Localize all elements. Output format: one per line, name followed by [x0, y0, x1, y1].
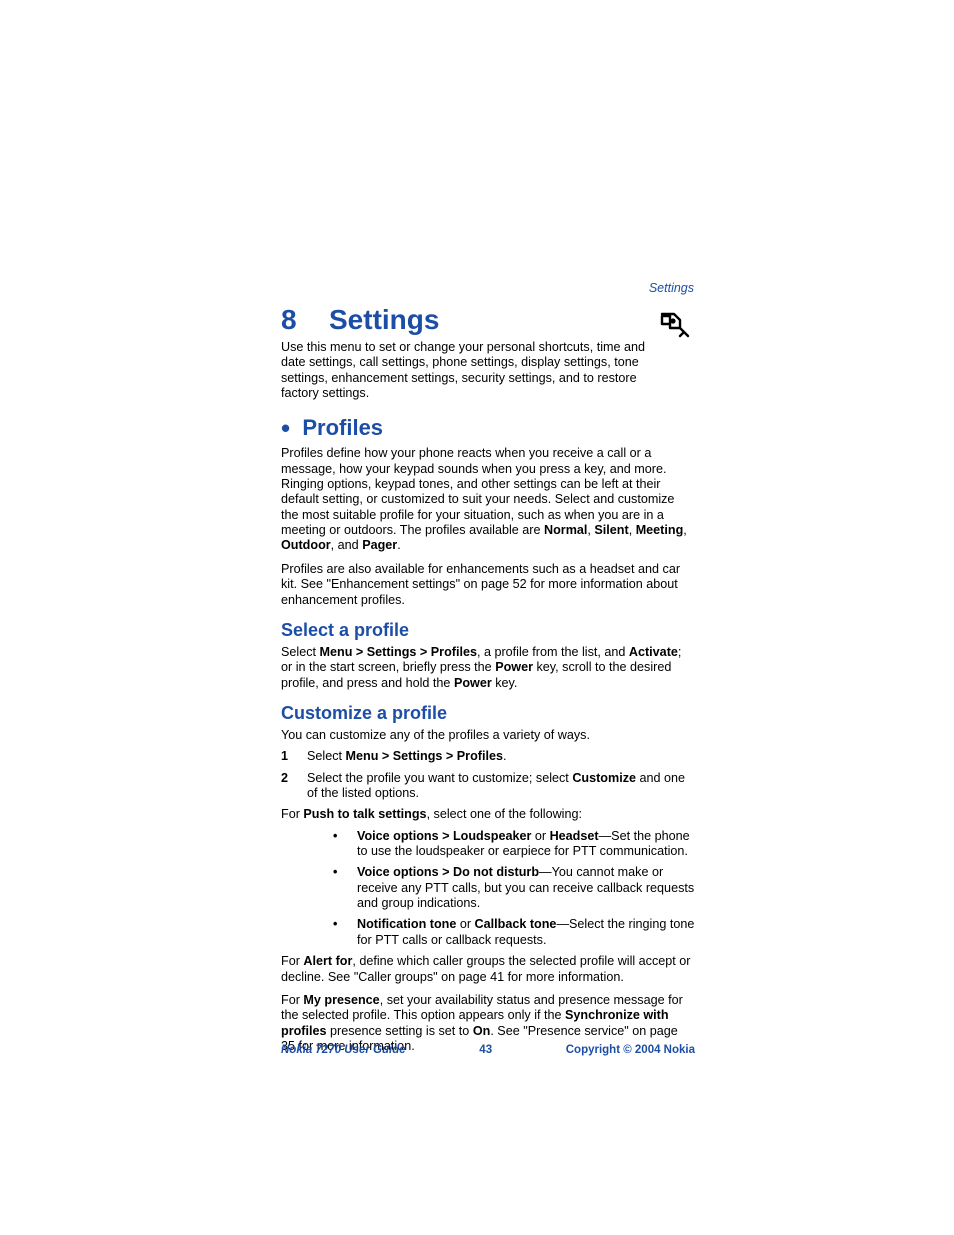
chapter-number: 8 — [281, 304, 329, 336]
footer-guide-name: Nokia 7270 User Guide — [281, 1044, 406, 1056]
step-2: 2 Select the profile you want to customi… — [281, 771, 695, 802]
ptt-option-dnd: Voice options > Do not disturb—You canno… — [333, 865, 695, 911]
content-body: Use this menu to set or change your pers… — [281, 340, 695, 1062]
profiles-paragraph-1: Profiles define how your phone reacts wh… — [281, 446, 695, 554]
chapter-title: 8Settings — [281, 304, 439, 336]
alert-for-paragraph: For Alert for, define which caller group… — [281, 954, 695, 985]
intro-paragraph: Use this menu to set or change your pers… — [281, 340, 651, 401]
running-head: Settings — [649, 281, 694, 295]
customize-intro: You can customize any of the profiles a … — [281, 728, 695, 743]
page-footer: Nokia 7270 User Guide 43 Copyright © 200… — [281, 1044, 695, 1056]
ptt-option-tone: Notification tone or Callback tone—Selec… — [333, 917, 695, 948]
ptt-option-loudspeaker: Voice options > Loudspeaker or Headset—S… — [333, 829, 695, 860]
subheading-customize-profile: Customize a profile — [281, 703, 695, 725]
document-page: Settings 8Settings Use this menu to set … — [0, 0, 954, 1235]
footer-page-number: 43 — [479, 1044, 492, 1056]
step-1: 1 Select Menu > Settings > Profiles. — [281, 749, 695, 764]
customize-steps: 1 Select Menu > Settings > Profiles. 2 S… — [281, 749, 695, 801]
section-heading-profiles: • Profiles — [281, 415, 695, 442]
footer-copyright: Copyright © 2004 Nokia — [566, 1044, 695, 1056]
ptt-options: Voice options > Loudspeaker or Headset—S… — [333, 829, 695, 949]
ptt-intro: For Push to talk settings, select one of… — [281, 807, 695, 822]
chapter-name: Settings — [329, 304, 439, 335]
select-profile-paragraph: Select Menu > Settings > Profiles, a pro… — [281, 645, 695, 691]
profiles-paragraph-2: Profiles are also available for enhancem… — [281, 562, 695, 608]
subheading-select-profile: Select a profile — [281, 620, 695, 642]
